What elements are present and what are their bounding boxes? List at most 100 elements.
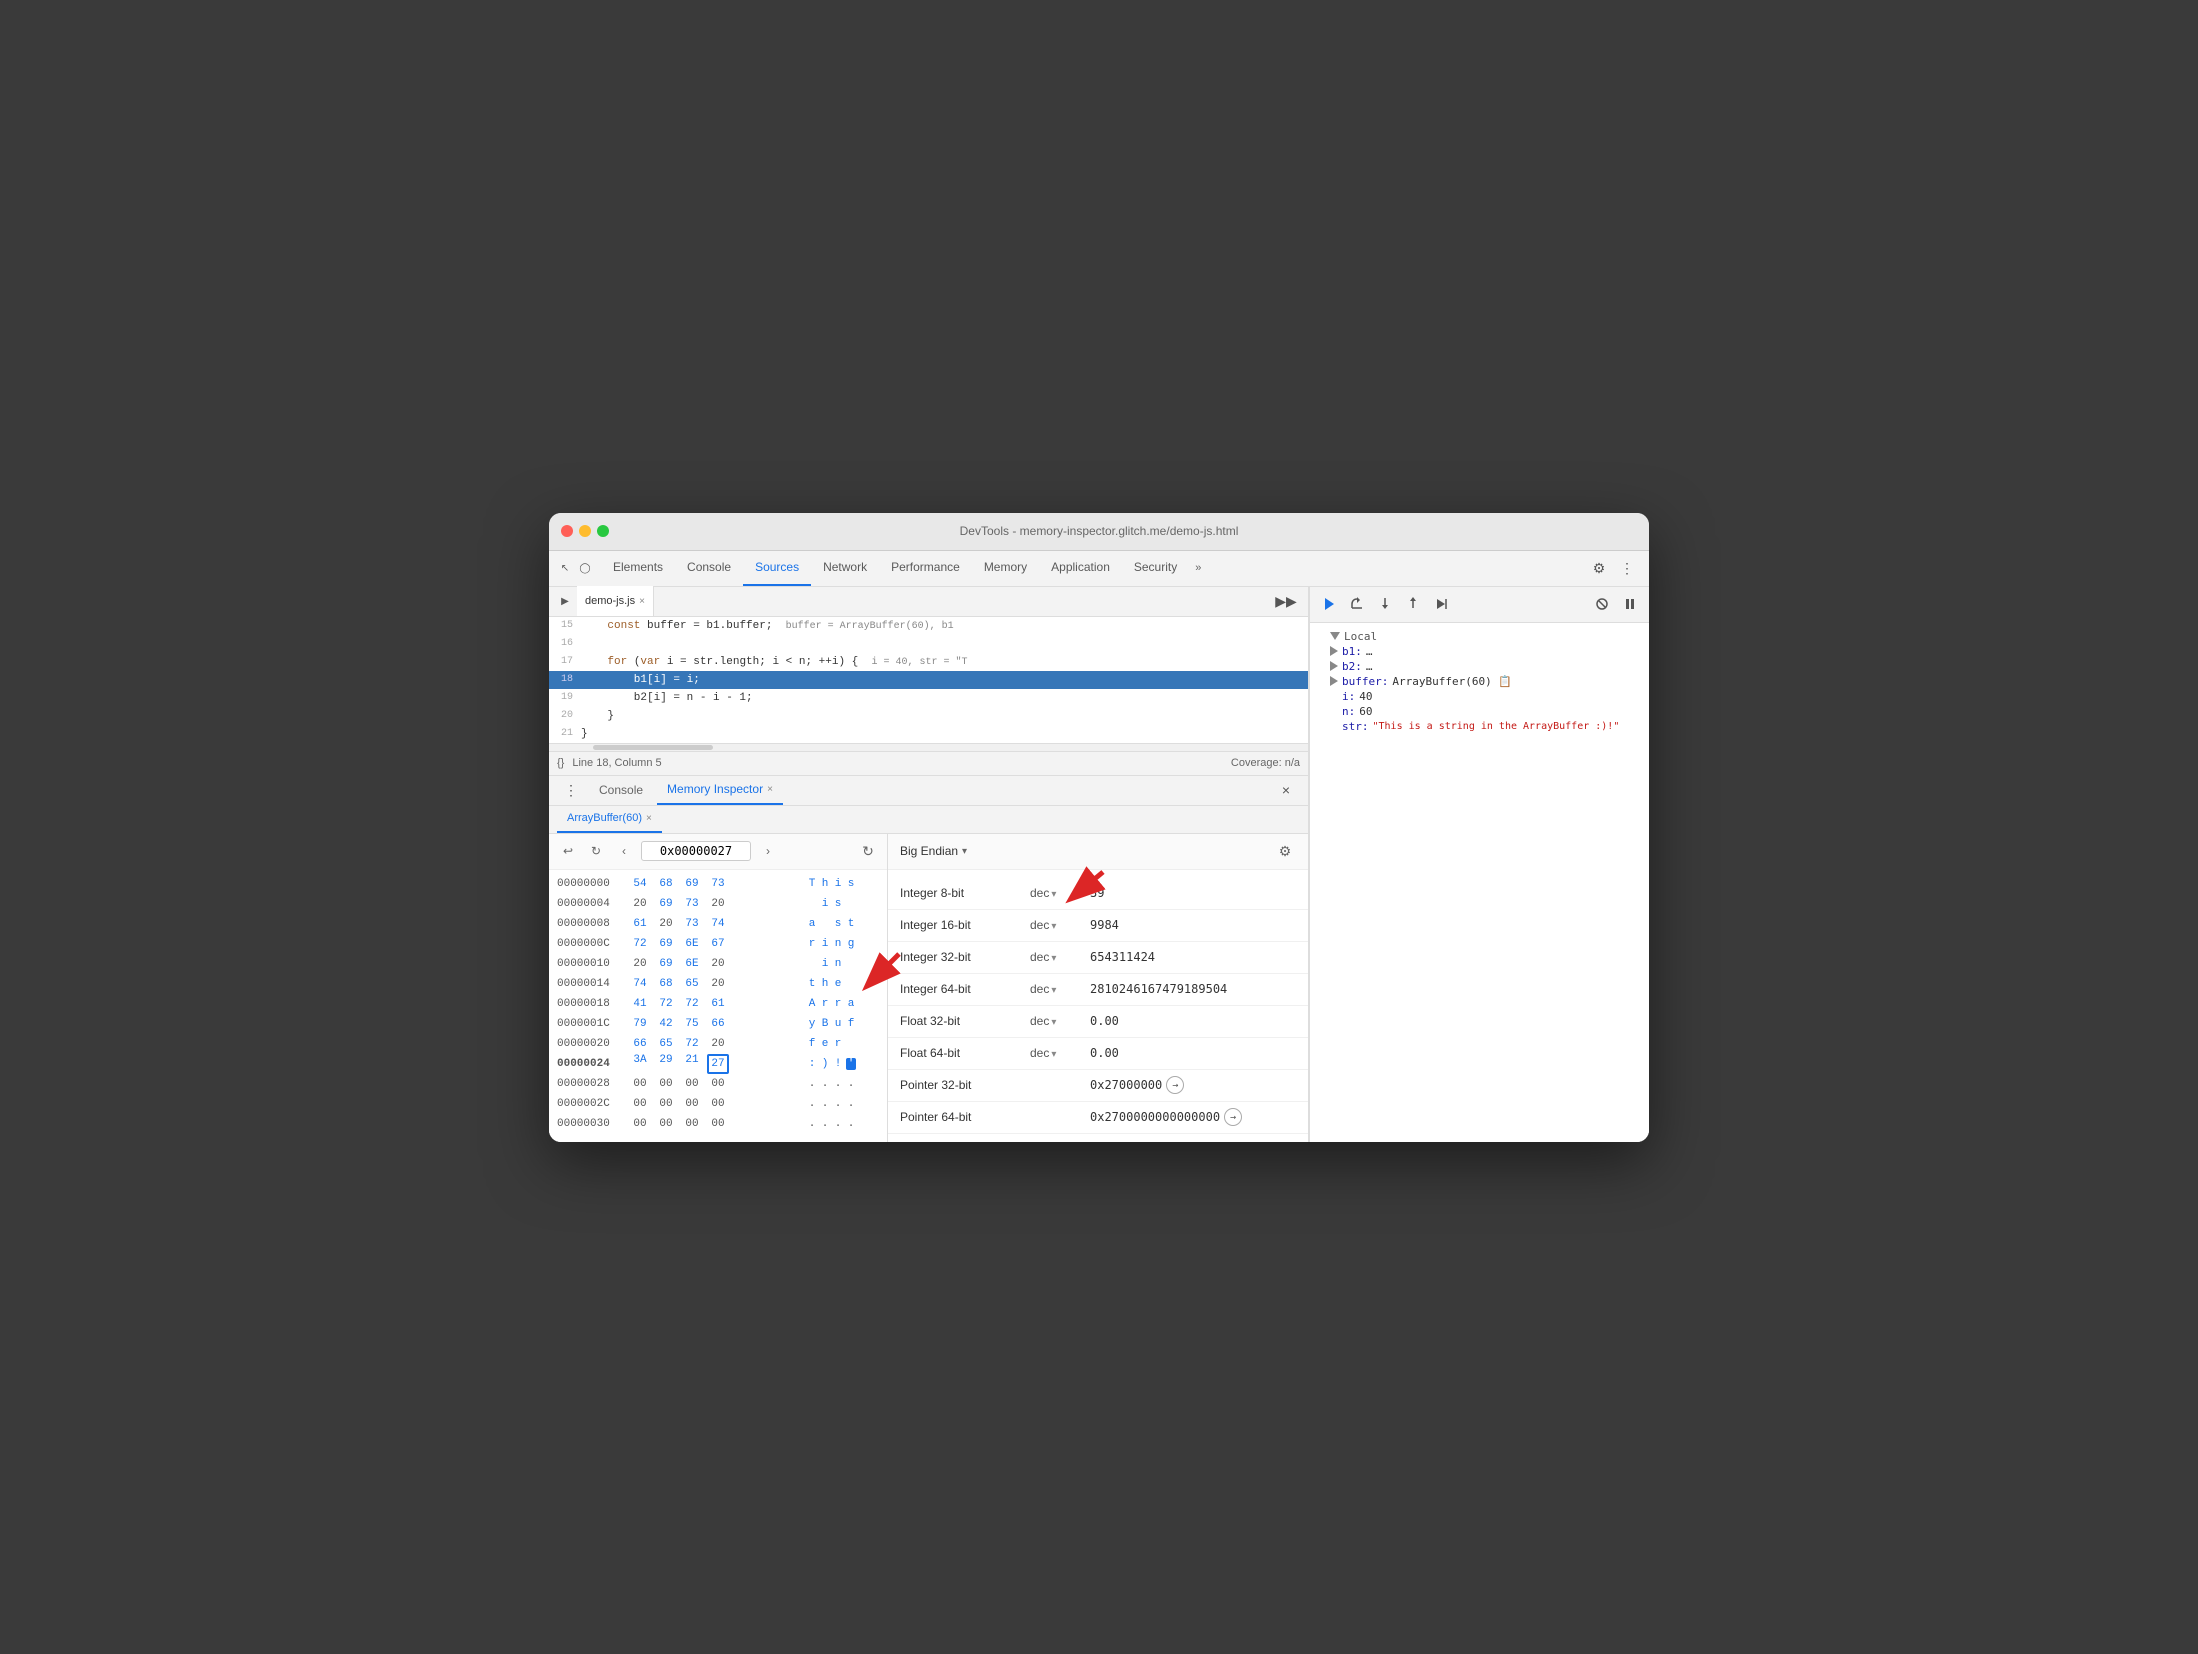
scope-i: i: 40 — [1318, 689, 1641, 704]
main-content: ▶ demo-js.js × ▶▶ 15 const buffer = b1.b… — [549, 587, 1649, 1142]
endian-selector[interactable]: Big Endian ▾ — [900, 844, 967, 858]
values-toolbar: Big Endian ▾ ⚙ — [888, 834, 1308, 870]
left-panel: ▶ demo-js.js × ▶▶ 15 const buffer = b1.b… — [549, 587, 1309, 1142]
values-row-int16: Integer 16-bit dec▾ 9984 — [888, 910, 1308, 942]
scope-buffer[interactable]: buffer: ArrayBuffer(60) 📋 — [1318, 674, 1641, 689]
source-close-btn[interactable]: × — [639, 596, 645, 607]
hex-panel: ↩ ↻ ‹ › ↻ 000000 — [549, 834, 888, 1142]
bottom-tabs-bar: ⋮ Console Memory Inspector × × — [549, 776, 1308, 806]
hex-row-12: 00000030 00 00 00 00 . — [549, 1114, 887, 1134]
source-file-tab[interactable]: demo-js.js × — [577, 586, 654, 616]
step-btn[interactable] — [1430, 593, 1452, 615]
hex-toolbar: ↩ ↻ ‹ › ↻ — [549, 834, 887, 870]
right-panel: Local b1: … b2: … — [1309, 587, 1649, 1142]
tab-application[interactable]: Application — [1039, 550, 1122, 586]
memory-inspector-close-btn[interactable]: × — [767, 784, 773, 795]
code-line-18: 18 b1[i] = i; — [549, 671, 1308, 689]
tab-elements[interactable]: Elements — [601, 550, 675, 586]
tab-icons: ↖ ◯ — [557, 560, 593, 576]
close-button[interactable] — [561, 525, 573, 537]
scope-n: n: 60 — [1318, 704, 1641, 719]
hex-refresh-btn[interactable]: ↻ — [857, 840, 879, 862]
step-over-btn[interactable] — [1346, 593, 1368, 615]
values-table: Integer 8-bit dec▾ 39 Integer 16-bit dec… — [888, 870, 1308, 1142]
ptr32-link-btn[interactable]: → — [1166, 1076, 1184, 1094]
expand-b1-icon — [1330, 646, 1338, 656]
device-icon[interactable]: ◯ — [577, 560, 593, 576]
tab-performance[interactable]: Performance — [879, 550, 972, 586]
bracket-icon: {} — [557, 757, 564, 769]
arraybuffer-tab-label: ArrayBuffer(60) — [567, 812, 642, 824]
values-row-int32: Integer 32-bit dec▾ 654311424 — [888, 942, 1308, 974]
source-run-btn[interactable]: ▶▶ — [1272, 587, 1300, 615]
scope-b1[interactable]: b1: … — [1318, 644, 1641, 659]
hex-row-7: 0000001C 79 42 75 66 y — [549, 1014, 887, 1034]
tab-sources[interactable]: Sources — [743, 550, 811, 586]
hex-bytes-0: 54 68 69 73 — [629, 878, 799, 890]
scrollbar-thumb[interactable] — [593, 745, 713, 750]
source-header: ▶ demo-js.js × ▶▶ — [549, 587, 1308, 617]
selected-char: ' — [846, 1058, 856, 1070]
memory-tabs-bar: ArrayBuffer(60) × — [549, 806, 1308, 834]
memory-inspector-body: ArrayBuffer(60) × ↩ ↻ ‹ — [549, 806, 1308, 1142]
scope-panel: Local b1: … b2: … — [1310, 623, 1649, 740]
hex-forward-btn[interactable]: ↻ — [585, 840, 607, 862]
expand-b2-icon — [1330, 661, 1338, 671]
values-row-ptr64: Pointer 64-bit 0x2700000000000000 → — [888, 1102, 1308, 1134]
step-out-btn[interactable] — [1402, 593, 1424, 615]
tab-memory[interactable]: Memory — [972, 550, 1039, 586]
tab-memory-inspector[interactable]: Memory Inspector × — [657, 775, 783, 805]
arraybuffer-tab[interactable]: ArrayBuffer(60) × — [557, 805, 662, 833]
hex-row-4: 00000010 20 69 6E 20 — [549, 954, 887, 974]
titlebar: DevTools - memory-inspector.glitch.me/de… — [549, 513, 1649, 551]
bottom-panel-close-icon[interactable]: × — [1272, 776, 1300, 804]
selected-byte[interactable]: 27 — [707, 1054, 729, 1074]
code-line-20: 20 } — [549, 707, 1308, 725]
values-row-float64: Float 64-bit dec▾ 0.00 — [888, 1038, 1308, 1070]
ptr64-link-btn[interactable]: → — [1224, 1108, 1242, 1126]
minimize-button[interactable] — [579, 525, 591, 537]
values-settings-icon[interactable]: ⚙ — [1274, 840, 1296, 862]
tab-security[interactable]: Security — [1122, 550, 1189, 586]
arraybuffer-tab-close[interactable]: × — [646, 813, 652, 824]
scope-local-section: Local b1: … b2: … — [1310, 627, 1649, 736]
values-panel: Big Endian ▾ ⚙ Integer 8-bit — [888, 834, 1308, 1142]
scope-b2[interactable]: b2: … — [1318, 659, 1641, 674]
hex-content: 00000000 54 68 69 73 T — [549, 870, 887, 1138]
hex-next-btn[interactable]: › — [757, 840, 779, 862]
bottom-panel-more-icon[interactable]: ⋮ — [557, 776, 585, 804]
values-row-int64: Integer 64-bit dec▾ 2810246167479189504 — [888, 974, 1308, 1006]
cursor-position: Line 18, Column 5 — [572, 757, 661, 769]
hex-ascii-0: T h i s — [799, 878, 879, 890]
hex-row-0: 00000000 54 68 69 73 T — [549, 874, 887, 894]
pause-btn[interactable] — [1619, 593, 1641, 615]
code-view: 15 const buffer = b1.buffer; buffer = Ar… — [549, 617, 1308, 743]
horizontal-scrollbar[interactable] — [549, 743, 1308, 751]
tab-console[interactable]: Console — [675, 550, 743, 586]
hex-address-input[interactable] — [641, 841, 751, 861]
devtools-tabs-bar: ↖ ◯ Elements Console Sources Network Per… — [549, 551, 1649, 587]
settings-icon[interactable]: ⚙ — [1585, 554, 1613, 582]
source-run-icon[interactable]: ▶ — [557, 593, 573, 609]
hex-row-8: 00000020 66 65 72 20 f — [549, 1034, 887, 1054]
collapse-icon[interactable] — [1330, 632, 1340, 640]
values-row-ptr32: Pointer 32-bit 0x27000000 → — [888, 1070, 1308, 1102]
devtools: ↖ ◯ Elements Console Sources Network Per… — [549, 551, 1649, 1142]
hex-prev-btn[interactable]: ‹ — [613, 840, 635, 862]
more-tabs-button[interactable]: » — [1189, 550, 1207, 586]
resume-btn[interactable] — [1318, 593, 1340, 615]
expand-buffer-icon — [1330, 676, 1338, 686]
window-title: DevTools - memory-inspector.glitch.me/de… — [960, 524, 1239, 538]
tab-console-bottom[interactable]: Console — [589, 775, 653, 805]
more-options-icon[interactable]: ⋮ — [1613, 554, 1641, 582]
endian-dropdown-arrow: ▾ — [962, 846, 967, 857]
deactivate-btn[interactable] — [1591, 593, 1613, 615]
tab-network[interactable]: Network — [811, 550, 879, 586]
status-bar: {} Line 18, Column 5 Coverage: n/a — [549, 751, 1308, 775]
hex-back-btn[interactable]: ↩ — [557, 840, 579, 862]
cursor-icon[interactable]: ↖ — [557, 560, 573, 576]
values-row-int8: Integer 8-bit dec▾ 39 — [888, 878, 1308, 910]
step-into-btn[interactable] — [1374, 593, 1396, 615]
code-line-21: 21 } — [549, 725, 1308, 743]
maximize-button[interactable] — [597, 525, 609, 537]
